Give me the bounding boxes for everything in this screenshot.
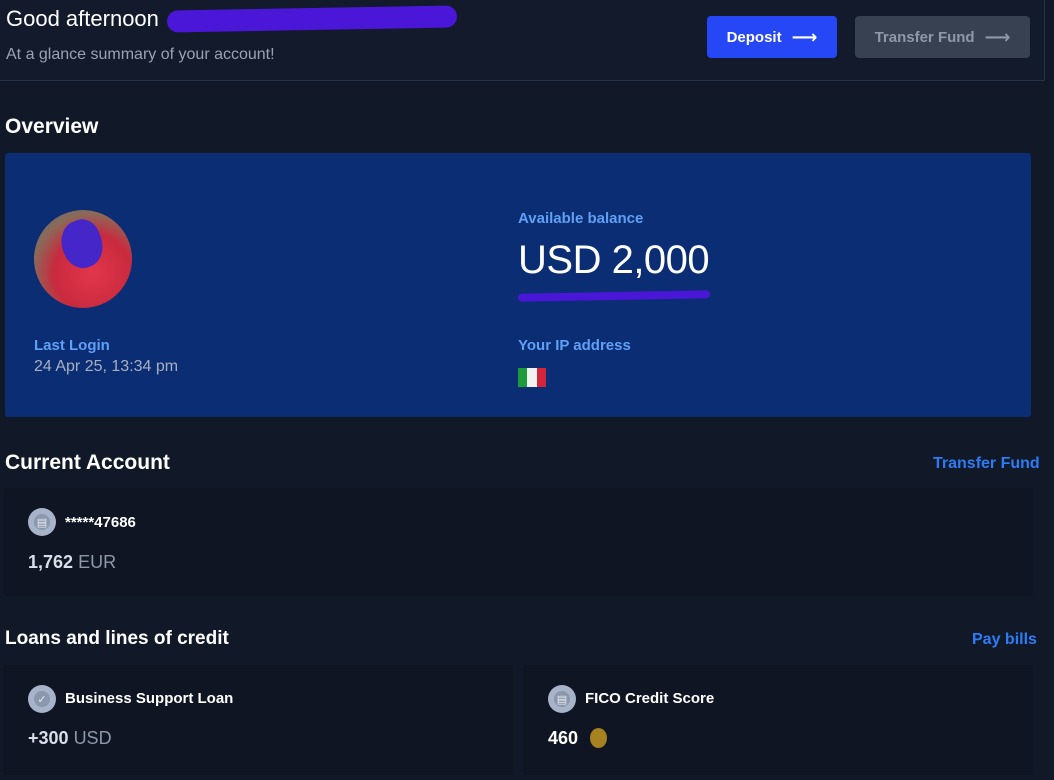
current-account-card[interactable] xyxy=(3,488,1033,596)
fico-title: FICO Credit Score xyxy=(585,690,715,707)
credit-card-icon: ▤ xyxy=(548,685,576,713)
pay-bills-link[interactable]: Pay bills xyxy=(972,631,1037,649)
loan-card-business-support[interactable] xyxy=(3,665,513,775)
deposit-label: Deposit xyxy=(726,28,782,46)
loan-amount-value: +300 xyxy=(28,728,69,748)
redacted-name xyxy=(166,5,458,33)
check-circle-icon: ✓ xyxy=(28,685,56,713)
available-balance-value: USD 2,000 xyxy=(518,238,710,282)
available-balance-label: Available balance xyxy=(518,210,644,227)
loan-amount: +300 USD xyxy=(28,728,112,749)
loan-name: Business Support Loan xyxy=(65,690,234,707)
account-icon: ▤ xyxy=(28,508,56,536)
coin-icon xyxy=(590,728,607,748)
transfer-fund-link[interactable]: Transfer Fund xyxy=(933,455,1040,473)
page-subtitle: At a glance summary of your account! xyxy=(6,46,275,63)
account-amount-value: 1,762 xyxy=(28,552,74,572)
current-account-title: Current Account xyxy=(5,451,170,474)
ip-address-label: Your IP address xyxy=(518,337,631,354)
deposit-button[interactable]: Deposit ⟶ xyxy=(707,16,837,58)
avatar[interactable] xyxy=(34,210,132,308)
arrow-right-icon: ⟶ xyxy=(791,26,818,47)
account-amount: 1,762 EUR xyxy=(28,552,116,573)
fico-score: 460 xyxy=(548,728,579,748)
avatar-redaction xyxy=(54,214,110,274)
arrow-right-icon: ⟶ xyxy=(984,26,1011,47)
last-login-value: 24 Apr 25, 13:34 pm xyxy=(34,358,179,375)
loans-title: Loans and lines of credit xyxy=(5,628,229,649)
account-currency: EUR xyxy=(78,552,117,572)
account-number: *****47686 xyxy=(65,514,136,531)
overview-title: Overview xyxy=(5,115,99,138)
loan-card-fico[interactable] xyxy=(523,665,1033,775)
greeting-text: Good afternoon xyxy=(6,6,159,31)
italy-flag-icon xyxy=(518,368,546,387)
last-login-label: Last Login xyxy=(34,337,110,354)
transfer-fund-label: Transfer Fund xyxy=(874,28,975,46)
greeting-row: Good afternoon xyxy=(6,5,458,33)
transfer-fund-button[interactable]: Transfer Fund ⟶ xyxy=(855,16,1030,58)
loan-currency: USD xyxy=(73,728,112,748)
